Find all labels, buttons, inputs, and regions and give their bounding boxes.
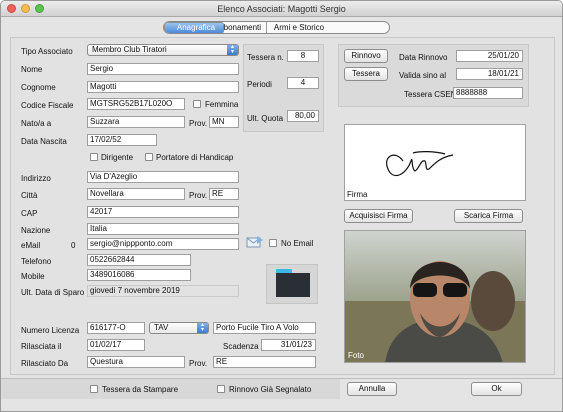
dirigente-checkbox[interactable] <box>90 153 98 161</box>
tipo-licenza-value: TAV <box>154 323 169 332</box>
citta-prov-label: Prov. <box>189 191 208 200</box>
rilasciato-da-field[interactable]: Questura <box>87 356 185 368</box>
foto-box[interactable]: Foto <box>344 230 526 363</box>
nato-prov-label: Prov. <box>189 119 208 128</box>
tipo-associato-select[interactable]: Membro Club Tiratori ▴ ▾ <box>87 44 239 56</box>
citta-prov-field[interactable]: RE <box>209 188 239 200</box>
email-field[interactable]: sergio@nippponto.com <box>87 238 239 250</box>
tipo-licenza-desc-field: Porto Fucile Tiro A Volo <box>213 322 316 334</box>
nome-label: Nome <box>21 65 43 74</box>
nazione-label: Nazione <box>21 226 51 235</box>
indirizzo-field[interactable]: Via D'Azeglio <box>87 171 239 183</box>
no-email-checkbox[interactable] <box>269 239 277 247</box>
rinnovo-button[interactable]: Rinnovo <box>344 49 388 63</box>
cognome-label: Cognome <box>21 83 56 92</box>
codice-fiscale-field[interactable]: MGTSRG52B17L020O <box>87 98 185 110</box>
nazione-field[interactable]: Italia <box>87 223 239 235</box>
data-nascita-field[interactable]: 17/02/52 <box>87 134 157 146</box>
nato-field[interactable]: Suzzara <box>87 116 185 128</box>
acquisisci-firma-button[interactable]: Acquisisci Firma <box>344 209 413 223</box>
ult-quota-field[interactable]: 80,00 <box>287 110 319 122</box>
tessera-csen-label: Tessera CSEN <box>404 90 457 99</box>
photo-image <box>345 231 525 362</box>
mobile-label: Mobile <box>21 272 45 281</box>
indirizzo-label: Indirizzo <box>21 174 51 183</box>
nome-field[interactable]: Sergio <box>87 63 239 75</box>
rilasciato-da-label: Rilasciato Da <box>21 359 69 368</box>
window-title: Elenco Associati: Magotti Sergio <box>217 4 346 14</box>
associato-window: Elenco Associati: Magotti Sergio Anagraf… <box>0 0 563 412</box>
tipo-licenza-select[interactable]: TAV ▴ ▾ <box>149 322 209 334</box>
ult-sparo-label: Ult. Data di Sparo <box>21 288 85 297</box>
firma-label: Firma <box>347 190 368 199</box>
tab-armi-storico[interactable]: Armi e Storico <box>267 22 331 33</box>
tessera-n-field[interactable]: 8 <box>287 50 319 62</box>
scarica-firma-button[interactable]: Scarica Firma <box>454 209 523 223</box>
mobile-field[interactable]: 3489016086 <box>87 269 191 281</box>
folder-icon <box>276 269 310 297</box>
firma-box[interactable]: Firma <box>344 124 526 201</box>
femmina-label: Femmina <box>205 100 239 109</box>
numero-licenza-field[interactable]: 616177-O <box>87 322 145 334</box>
rilasciata-field[interactable]: 01/02/17 <box>87 339 145 351</box>
valida-label: Valida sino al <box>399 71 446 80</box>
handicap-checkbox[interactable] <box>145 153 153 161</box>
telefono-field[interactable]: 0522662844 <box>87 254 191 266</box>
tipo-associato-label: Tipo Associato <box>21 47 73 56</box>
tessera-csen-field[interactable]: 8888888 <box>453 87 523 99</box>
tessera-stampare-label: Tessera da Stampare <box>102 385 179 394</box>
cap-field[interactable]: 42017 <box>87 206 239 218</box>
rilasciato-prov-label: Prov. <box>189 359 208 368</box>
tab-anagrafica[interactable]: Anagrafica <box>164 22 224 33</box>
data-nascita-label: Data Nascita <box>21 137 67 146</box>
send-email-icon[interactable] <box>246 235 264 249</box>
rinnovo-segnalato-checkbox[interactable] <box>217 385 225 393</box>
periodi-label: Periodi <box>247 80 272 89</box>
tessera-stampare-checkbox[interactable] <box>90 385 98 393</box>
rilasciato-prov-field[interactable]: RE <box>213 356 316 368</box>
email-count: 0 <box>71 241 76 250</box>
citta-field[interactable]: Novellara <box>87 188 185 200</box>
scadenza-field[interactable]: 31/01/23 <box>261 339 316 351</box>
rinnovo-segnalato-label: Rinnovo Già Segnalato <box>229 385 312 394</box>
tipo-associato-value: Membro Club Tiratori <box>92 45 167 54</box>
ult-sparo-field: giovedi 7 novembre 2019 <box>87 285 239 297</box>
ult-quota-label: Ult. Quota <box>247 114 284 123</box>
annulla-button[interactable]: Annulla <box>347 382 397 396</box>
rilasciata-label: Rilasciata il <box>21 342 62 351</box>
tessera-button[interactable]: Tessera <box>344 67 388 81</box>
telefono-label: Telefono <box>21 257 52 266</box>
chevron-updown-icon: ▴ ▾ <box>227 44 238 55</box>
signature-image <box>386 151 454 176</box>
data-rinnovo-field[interactable]: 25/01/20 <box>456 50 523 62</box>
codice-fiscale-label: Codice Fiscale <box>21 101 74 110</box>
handicap-label: Portatore di Handicap <box>156 153 234 162</box>
cap-label: CAP <box>21 209 38 218</box>
email-label: eMail <box>21 241 41 250</box>
ok-button[interactable]: Ok <box>471 382 522 396</box>
scadenza-label: Scadenza <box>223 342 259 351</box>
no-email-label: No Email <box>281 239 314 248</box>
periodi-field[interactable]: 4 <box>287 77 319 89</box>
title-bar: Elenco Associati: Magotti Sergio <box>1 1 562 17</box>
chevron-updown-icon: ▴ ▾ <box>197 322 208 333</box>
tessera-n-label: Tessera n. <box>247 53 284 62</box>
tab-bar: Anagrafica Movimenti e Abbonamenti Armi … <box>163 21 390 34</box>
dirigente-label: Dirigente <box>101 153 134 162</box>
data-rinnovo-label: Data Rinnovo <box>399 53 448 62</box>
numero-licenza-label: Numero Licenza <box>21 326 80 335</box>
folder-well[interactable] <box>266 264 318 304</box>
citta-label: Città <box>21 191 38 200</box>
foto-label: Foto <box>348 351 365 360</box>
femmina-checkbox[interactable] <box>193 100 201 108</box>
valida-field[interactable]: 18/01/21 <box>456 68 523 80</box>
cognome-field[interactable]: Magotti <box>87 81 239 93</box>
nato-prov-field[interactable]: MN <box>209 116 239 128</box>
nato-label: Nato/a a <box>21 119 52 128</box>
